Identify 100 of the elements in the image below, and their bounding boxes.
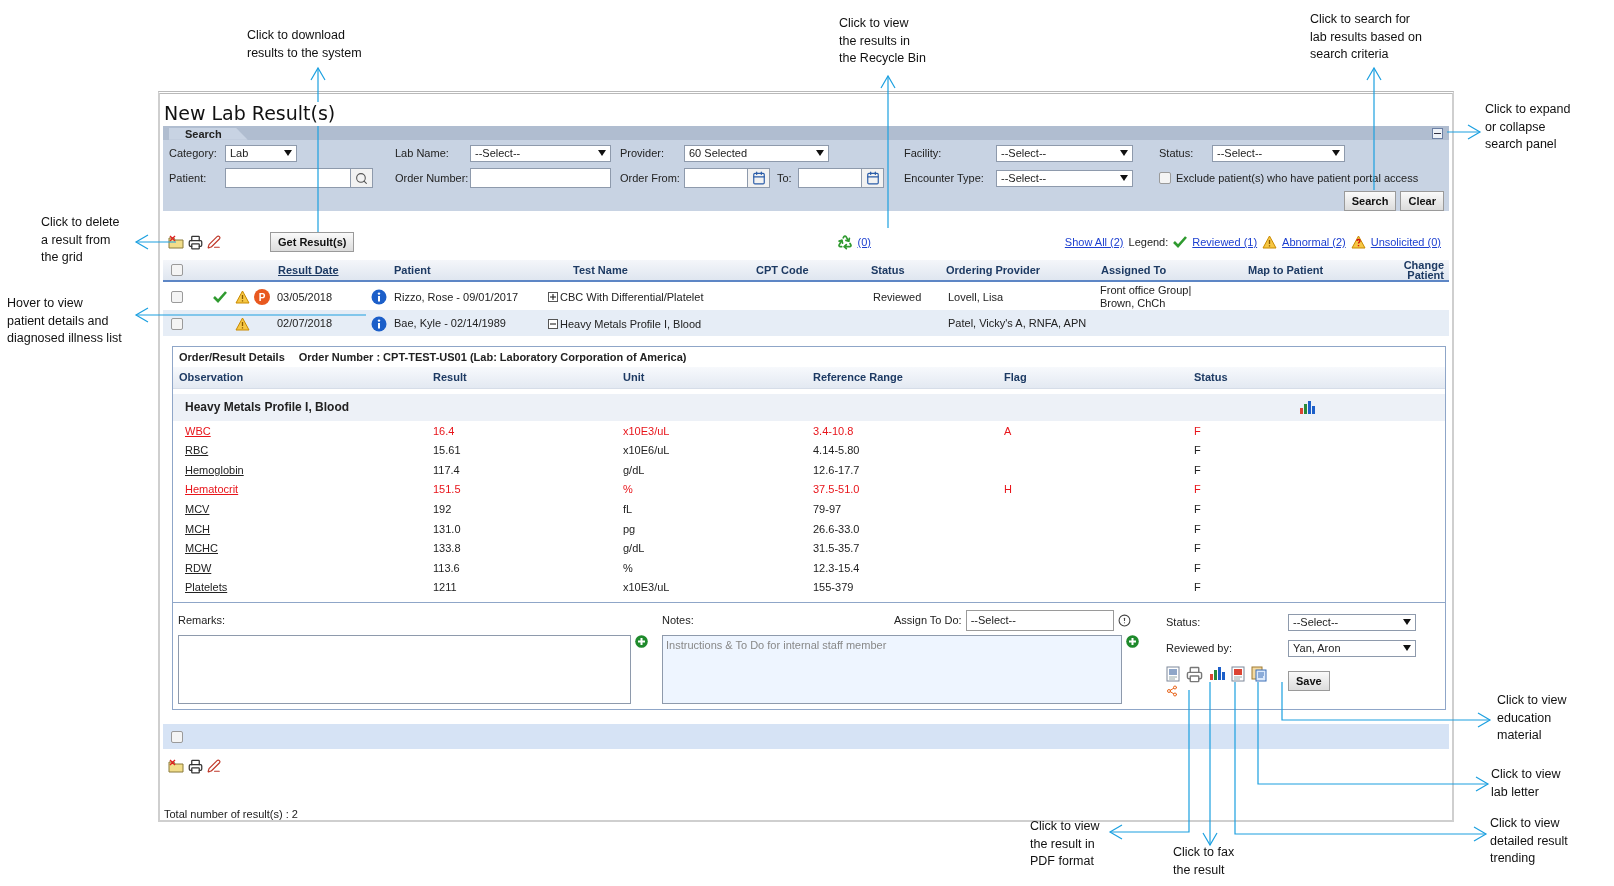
- unsolicited-warning-icon: [1350, 235, 1366, 250]
- clear-button[interactable]: Clear: [1400, 190, 1444, 211]
- info-icon[interactable]: [371, 289, 387, 306]
- callout-text: Click to delete a result from the grid: [41, 214, 120, 266]
- collapse-icon[interactable]: [548, 318, 558, 329]
- recycle-icon[interactable]: [837, 234, 854, 251]
- folder-delete-icon[interactable]: [168, 235, 184, 250]
- bar-chart-icon[interactable]: [1299, 400, 1315, 415]
- date-field[interactable]: [684, 168, 748, 189]
- field-label: Status:: [1166, 616, 1202, 629]
- column-header: Status: [870, 265, 906, 276]
- table-cell-text: 117.4: [433, 463, 461, 476]
- input-field[interactable]: [470, 168, 611, 189]
- get-results-button[interactable]: Get Result(s): [270, 232, 355, 253]
- table-cell-text: F: [1194, 561, 1202, 574]
- table-cell: A: [1004, 424, 1012, 437]
- letter-icon[interactable]: [1231, 665, 1245, 682]
- add-icon[interactable]: [635, 635, 648, 649]
- table-cell-text: F: [1194, 483, 1202, 496]
- info-icon[interactable]: [371, 315, 387, 332]
- pdf-document-icon[interactable]: [1166, 665, 1180, 682]
- search-button[interactable]: Search: [1343, 190, 1397, 211]
- dropdown[interactable]: Lab: [225, 144, 297, 162]
- remarks-field[interactable]: [178, 635, 631, 705]
- dropdown[interactable]: --Select--: [1212, 144, 1345, 162]
- field-label: Order From:: [620, 172, 681, 185]
- grid-row[interactable]: 02/07/2018 Bae, Kyle - 02/14/1989 Heavy Metals Profile I, Blood Patel, Vicky's A, RNFA, APN: [163, 309, 1449, 336]
- legend-link[interactable]: Reviewed (1): [1192, 236, 1258, 249]
- show-all-link[interactable]: Show All (2): [1064, 236, 1124, 249]
- callout-text: Click to view the results in the Recycle Bin: [839, 15, 926, 67]
- dropdown[interactable]: 60 Selected: [684, 144, 829, 162]
- field-label: Reviewed by:: [1166, 642, 1234, 655]
- collapse-button[interactable]: [1432, 127, 1443, 139]
- column-header: Reference Range: [813, 371, 904, 384]
- table-cell-text: x10E6/uL: [623, 444, 671, 457]
- fax-icon[interactable]: [1186, 665, 1203, 683]
- add-icon[interactable]: [1126, 635, 1139, 649]
- folder-delete-icon[interactable]: [168, 759, 184, 773]
- callout-text: Hover to view patient details and diagnosed illness list: [7, 295, 122, 347]
- observation-link[interactable]: MCV: [179, 503, 210, 515]
- order-number: Order Number : CPT-TEST-US01 (Lab: Laboratory Corporation of America): [298, 350, 687, 363]
- observation-link[interactable]: MCHC: [179, 542, 218, 555]
- table-cell-text: Lovell, Lisa: [947, 290, 1005, 304]
- column-header: Status: [1194, 371, 1229, 384]
- checkbox[interactable]: [171, 317, 183, 330]
- search-tab[interactable]: Search: [169, 127, 248, 140]
- dropdown[interactable]: Yan, Aron: [1288, 639, 1416, 657]
- observation-link[interactable]: Hemoglobin: [179, 463, 244, 476]
- dropdown[interactable]: --Select--: [996, 169, 1133, 187]
- input-field[interactable]: [225, 168, 351, 189]
- pen-icon[interactable]: [207, 235, 221, 250]
- table-cell-text: g/dL: [623, 463, 646, 476]
- table-cell-text: 79-97: [813, 503, 843, 515]
- observation-link[interactable]: Hematocrit: [179, 483, 239, 496]
- bar-chart-icon[interactable]: [1209, 665, 1225, 680]
- checkbox[interactable]: [1159, 172, 1171, 185]
- assign-field[interactable]: --Select--: [965, 609, 1114, 631]
- checkbox[interactable]: [171, 291, 183, 304]
- observation-link[interactable]: WBC: [179, 424, 211, 437]
- print-icon[interactable]: [188, 234, 203, 250]
- table-cell-text: 131.0: [433, 522, 462, 535]
- legend-link[interactable]: Unsolicited (0): [1370, 236, 1441, 249]
- checkbox[interactable]: [171, 730, 183, 743]
- observation-link[interactable]: Platelets: [179, 581, 228, 594]
- pen-icon[interactable]: [207, 759, 221, 773]
- documents-icon[interactable]: [1251, 665, 1267, 682]
- group-title: Heavy Metals Profile I, Blood: [185, 400, 350, 415]
- callout-text: Click to expand or collapse search panel: [1485, 101, 1571, 153]
- table-cell-text: F: [1194, 424, 1202, 437]
- expand-icon[interactable]: [548, 292, 558, 303]
- column-header[interactable]: Result Date: [273, 265, 368, 276]
- observation-link[interactable]: RBC: [179, 444, 209, 457]
- save-button[interactable]: Save: [1288, 671, 1330, 692]
- field-label: To:: [777, 172, 793, 185]
- dropdown[interactable]: --Select--: [996, 144, 1133, 162]
- observation-link[interactable]: MCH: [179, 522, 211, 535]
- print-icon[interactable]: [188, 759, 203, 774]
- observation-link[interactable]: RDW: [179, 561, 212, 574]
- table-cell-text: 151.5: [433, 483, 462, 496]
- search-button[interactable]: [351, 168, 373, 189]
- share-icon[interactable]: [1166, 684, 1178, 697]
- table-cell-text: F: [1194, 581, 1202, 594]
- dropdown-arrow-icon: [1332, 150, 1340, 157]
- dropdown[interactable]: --Select--: [1288, 613, 1416, 631]
- field-label: Lab Name:: [395, 147, 450, 160]
- field-label: Patient:: [169, 172, 208, 185]
- dropdown-arrow-icon: [598, 150, 606, 157]
- date-field[interactable]: [798, 168, 862, 189]
- field-label: Order Number:: [395, 172, 470, 185]
- legend-link[interactable]: Abnormal (2): [1282, 236, 1346, 249]
- table-cell-text: Patel, Vicky's A, RNFA, APN: [947, 317, 1088, 331]
- column-header: Result: [433, 371, 468, 384]
- checkbox[interactable]: [171, 264, 183, 277]
- alert-icon[interactable]: [1117, 613, 1131, 627]
- field-label: Provider:: [620, 147, 666, 160]
- dropdown[interactable]: --Select--: [470, 144, 611, 162]
- recycle-bin-link[interactable]: (0): [857, 236, 871, 249]
- table-cell-text: 12.3-15.4: [813, 561, 861, 574]
- calendar-button[interactable]: [862, 168, 884, 189]
- calendar-button[interactable]: [748, 168, 770, 189]
